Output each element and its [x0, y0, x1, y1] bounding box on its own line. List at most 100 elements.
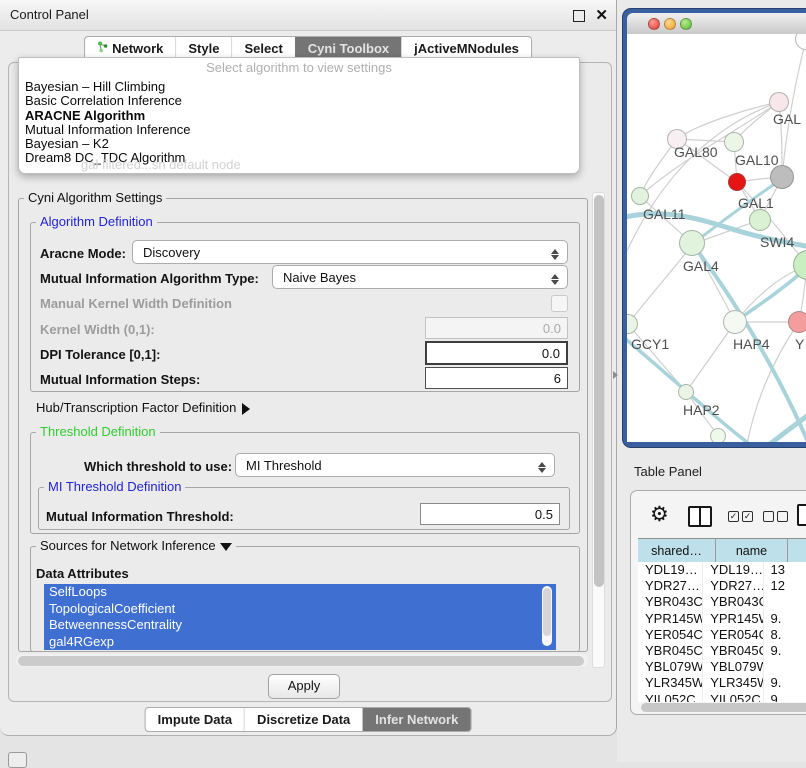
panel-splitter-icon[interactable]: [613, 371, 622, 379]
algorithm-dropdown: Select algorithm to view settings Bayesi…: [18, 57, 580, 174]
float-window-icon[interactable]: [573, 10, 585, 22]
table-cell: YDR27…: [638, 578, 703, 594]
table-cell: YDL19…: [703, 562, 763, 578]
manual-kernel-checkbox[interactable]: [551, 295, 568, 312]
close-traffic-icon[interactable]: [648, 18, 660, 30]
sources-title-row[interactable]: Sources for Network Inference: [36, 539, 236, 557]
table-horizontal-scrollbar[interactable]: [641, 703, 806, 712]
which-threshold-value: MI Threshold: [246, 458, 322, 473]
attribute-item-gal4rgexp[interactable]: gal4RGexp: [44, 634, 556, 651]
network-node-hap2[interactable]: [678, 384, 694, 400]
table-cell: YBR045C: [638, 643, 703, 659]
table-row[interactable]: YPR145WYPR145W9.: [638, 611, 806, 627]
checked-box-icon: ✓: [742, 511, 753, 522]
mi-type-select[interactable]: Naive Bayes: [272, 265, 568, 289]
table-cell: 8.: [764, 627, 806, 643]
deselect-columns-icon[interactable]: [763, 511, 788, 522]
network-node-gal10[interactable]: [724, 132, 744, 152]
column-header-1[interactable]: name: [716, 539, 788, 562]
minimized-panel-icon[interactable]: [8, 752, 27, 768]
background-combo-text: gal filtered...sn default node: [81, 157, 241, 172]
node-label: GAL4: [683, 258, 719, 274]
network-node-gal4[interactable]: [679, 230, 705, 256]
table-rows: YDL19…YDL19…13YDR27…YDR27…12YBR043CYBR04…: [638, 562, 806, 702]
which-threshold-select[interactable]: MI Threshold: [235, 453, 555, 477]
mi-threshold-field[interactable]: 0.5: [420, 503, 560, 525]
table-cell: YER054C: [638, 627, 703, 643]
mi-steps-label: Mutual Information Steps:: [40, 372, 200, 387]
attribute-item-topologicalcoefficient[interactable]: TopologicalCoefficient: [44, 601, 556, 618]
node-label: Y: [795, 336, 804, 352]
table-row[interactable]: YBR045CYBR045C9.: [638, 643, 806, 659]
table-row[interactable]: YBR043CYBR043C: [638, 594, 806, 610]
function-builder-icon[interactable]: [797, 504, 806, 526]
kernel-width-field[interactable]: 0.0: [425, 317, 568, 339]
table-cell: 13: [764, 562, 806, 578]
dropdown-item-bayesian-k2[interactable]: Bayesian – K2: [19, 137, 579, 151]
hub-definition-expander[interactable]: Hub/Transcription Factor Definition: [36, 400, 256, 415]
aracne-mode-select[interactable]: Discovery: [132, 240, 568, 264]
dropdown-item-bayesian-hill-climbing[interactable]: Bayesian – Hill Climbing: [19, 80, 579, 94]
select-columns-icon[interactable]: ✓ ✓: [728, 511, 753, 522]
dropdown-item-basic-correlation-inference[interactable]: Basic Correlation Inference: [19, 94, 579, 108]
network-node[interactable]: [728, 173, 746, 191]
close-icon[interactable]: ✕: [595, 6, 608, 24]
data-attributes-list[interactable]: SelfLoopsTopologicalCoefficientBetweenne…: [44, 584, 556, 650]
table-cell: YPR145W: [703, 611, 763, 627]
tab-infer-network[interactable]: Infer Network: [362, 708, 470, 731]
zoom-traffic-icon[interactable]: [680, 18, 692, 30]
network-window-titlebar[interactable]: [627, 13, 806, 34]
table-row[interactable]: YBL079WYBL079W: [638, 659, 806, 675]
table-row[interactable]: YDL19…YDL19…13: [638, 562, 806, 578]
apply-button[interactable]: Apply: [268, 674, 340, 699]
attributes-scrollbar[interactable]: [542, 586, 552, 646]
dropdown-item-mutual-information-inference[interactable]: Mutual Information Inference: [19, 123, 579, 137]
column-header-0[interactable]: shared…: [638, 539, 716, 562]
network-node-hap4[interactable]: [723, 310, 747, 334]
mi-steps-field[interactable]: 6: [425, 367, 568, 389]
network-node-y[interactable]: [788, 311, 806, 333]
attribute-item-selfloops[interactable]: SelfLoops: [44, 584, 556, 601]
settings-vertical-scrollbar-thumb[interactable]: [594, 195, 604, 587]
node-label: GCY1: [631, 336, 669, 352]
table-row[interactable]: YIL052CYIL052C9: [638, 692, 806, 703]
tab-impute-data[interactable]: Impute Data: [146, 708, 244, 731]
table-cell: 9.: [764, 675, 806, 691]
control-panel-window: Control Panel ✕ NetworkStyleSelectCyni T…: [0, 0, 617, 736]
gear-icon[interactable]: ⚙: [650, 504, 669, 525]
network-node[interactable]: [710, 428, 726, 442]
split-columns-icon[interactable]: [688, 506, 712, 527]
aracne-mode-label: Aracne Mode:: [40, 246, 126, 261]
network-node-gal[interactable]: [769, 92, 789, 112]
network-canvas[interactable]: GALGAL80GAL10GAL1GAL11GAL4SWI4HAP4YGCY1H…: [627, 34, 806, 442]
mi-type-value: Naive Bayes: [283, 270, 356, 285]
tab-discretize-data[interactable]: Discretize Data: [244, 708, 362, 731]
scrollbar-thumb[interactable]: [543, 588, 551, 636]
attribute-item-betweennesscentrality[interactable]: BetweennessCentrality: [44, 617, 556, 634]
table-cell: YBR045C: [703, 643, 763, 659]
network-node[interactable]: [770, 165, 794, 189]
node-label: HAP2: [683, 402, 720, 418]
network-node-gal11[interactable]: [631, 187, 649, 205]
which-threshold-label: Which threshold to use:: [84, 459, 232, 474]
stepper-icon: [538, 458, 547, 472]
kernel-width-value: 0.0: [543, 321, 561, 336]
dropdown-item-aracne-algorithm[interactable]: ARACNE Algorithm: [19, 109, 579, 123]
stepper-icon: [551, 245, 560, 259]
dropdown-placeholder: Select algorithm to view settings: [19, 58, 579, 80]
network-node-gal1[interactable]: [749, 209, 771, 231]
node-label: GAL10: [735, 152, 779, 168]
unchecked-box-icon: [777, 511, 788, 522]
node-label: HAP4: [733, 336, 770, 352]
dpi-tolerance-field[interactable]: 0.0: [425, 341, 568, 365]
tab-label: Infer Network: [375, 708, 458, 731]
table-cell: YLR345W: [703, 675, 763, 691]
table-row[interactable]: YDR27…YDR27…12: [638, 578, 806, 594]
table-row[interactable]: YER054CYER054C8.: [638, 627, 806, 643]
minimize-traffic-icon[interactable]: [664, 18, 676, 30]
settings-horizontal-scrollbar-thumb[interactable]: [18, 656, 584, 666]
column-header-2[interactable]: A…: [788, 539, 806, 562]
table-cell: YBR043C: [703, 594, 763, 610]
table-cell: YDR27…: [703, 578, 763, 594]
table-row[interactable]: YLR345WYLR345W9.: [638, 675, 806, 691]
